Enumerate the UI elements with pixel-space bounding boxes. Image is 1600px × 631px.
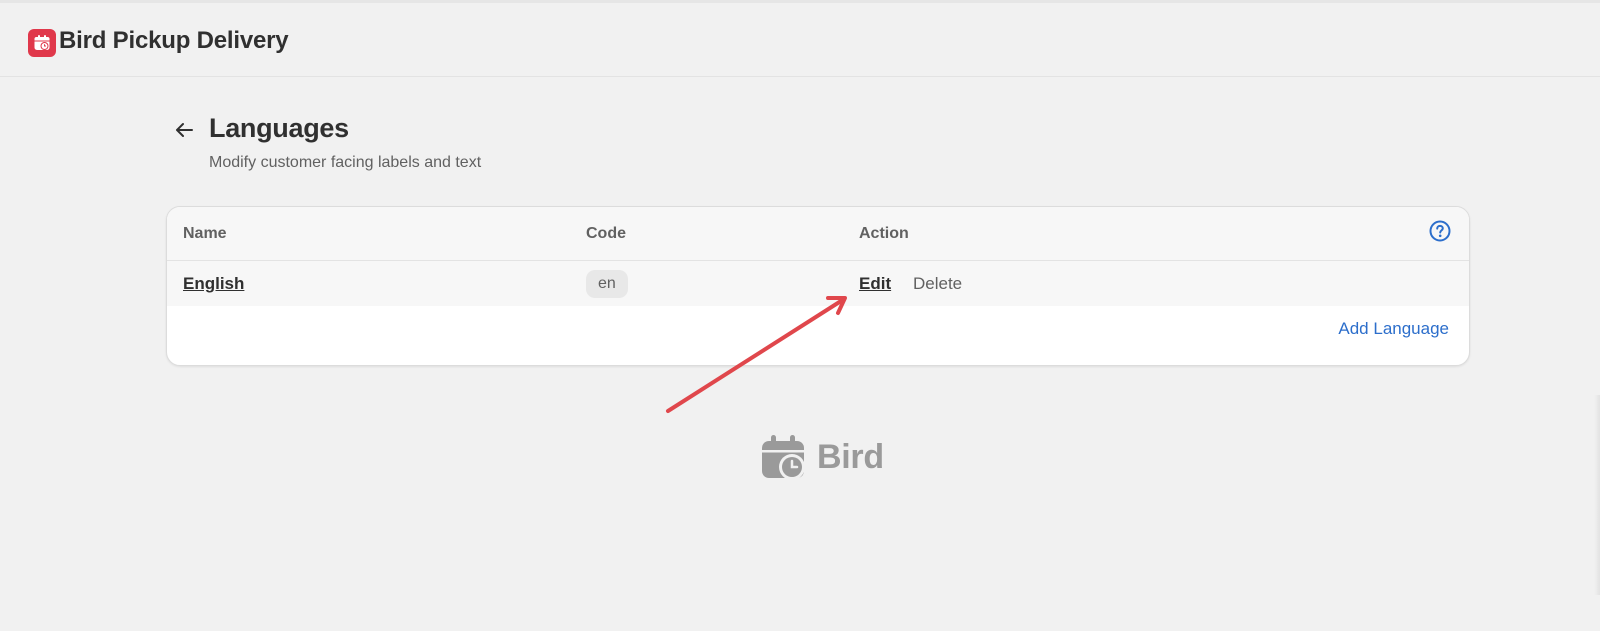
edge-shadow bbox=[1594, 395, 1600, 595]
back-button[interactable] bbox=[170, 116, 198, 144]
language-name-link[interactable]: English bbox=[183, 274, 244, 294]
question-circle-icon[interactable] bbox=[1429, 220, 1451, 242]
page-title: Languages bbox=[209, 113, 349, 143]
table-header: Name Code Action bbox=[167, 207, 1469, 261]
add-language-button[interactable]: Add Language bbox=[1338, 319, 1449, 339]
column-header-action: Action bbox=[859, 225, 909, 242]
page-subtitle: Modify customer facing labels and text bbox=[209, 154, 482, 171]
app-title: Bird Pickup Delivery bbox=[59, 27, 289, 54]
footer-logo: Bird bbox=[761, 434, 884, 480]
column-header-code: Code bbox=[586, 225, 626, 242]
calendar-clock-icon bbox=[762, 435, 805, 480]
arrow-left-icon bbox=[176, 123, 193, 137]
top-bar: Bird Pickup Delivery bbox=[0, 0, 1600, 77]
footer-brand: Bird bbox=[817, 437, 884, 476]
column-header-name: Name bbox=[183, 225, 227, 242]
language-code-badge: en bbox=[586, 270, 628, 298]
languages-table-card: Name Code Action English en Edit Delete … bbox=[166, 206, 1470, 366]
app-logo-icon bbox=[28, 29, 56, 57]
edit-button[interactable]: Edit bbox=[859, 274, 891, 294]
delete-button[interactable]: Delete bbox=[913, 274, 962, 294]
table-row: English en Edit Delete bbox=[167, 261, 1469, 306]
